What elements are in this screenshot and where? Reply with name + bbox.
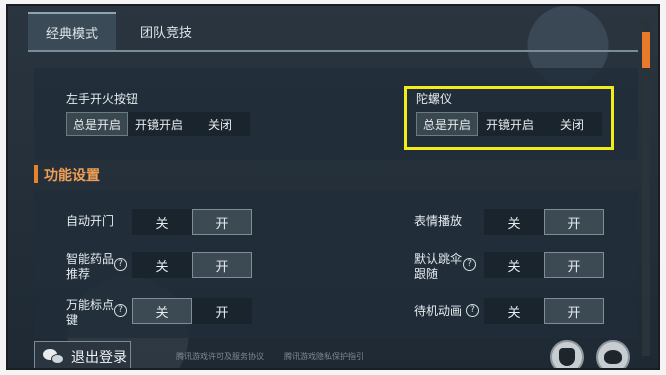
mode-tabs: 经典模式 团队竞技 xyxy=(28,12,216,50)
tab-team[interactable]: 团队竞技 xyxy=(116,12,216,50)
auto-door-toggle: 关 开 xyxy=(132,209,252,235)
gyroscope-highlight-box xyxy=(404,86,614,150)
marker-off[interactable]: 关 xyxy=(132,298,192,324)
scrollbar-thumb[interactable] xyxy=(642,32,650,68)
marker-on[interactable]: 开 xyxy=(192,298,252,324)
tab-classic[interactable]: 经典模式 xyxy=(28,12,116,50)
help-icon[interactable]: ? xyxy=(463,258,476,271)
fire-button-option-scope[interactable]: 开镜开启 xyxy=(128,112,190,136)
scrollbar-track[interactable] xyxy=(642,18,650,356)
section-title: 功能设置 xyxy=(44,168,100,184)
privacy-guide-link[interactable]: 腾讯游戏隐私保护指引 xyxy=(284,351,364,362)
auto-door-label: 自动开门 xyxy=(66,214,115,228)
parachute-off[interactable]: 关 xyxy=(484,252,544,278)
fire-button-option-off[interactable]: 关闭 xyxy=(190,112,250,136)
settings-screen: 经典模式 团队竞技 左手开火按钮 总是开启 开镜开启 关闭 陀螺仪 总是开启 开… xyxy=(6,4,660,370)
marker-toggle: 关 开 xyxy=(132,298,252,324)
parachute-on[interactable]: 开 xyxy=(544,252,604,278)
wechat-icon xyxy=(43,348,65,366)
logout-label: 退出登录 xyxy=(71,350,127,366)
emote-on[interactable]: 开 xyxy=(544,209,604,235)
smart-med-toggle: 关 开 xyxy=(132,252,252,278)
parachute-toggle: 关 开 xyxy=(484,252,604,278)
emote-label: 表情播放 xyxy=(414,214,463,228)
section-accent-bar xyxy=(34,165,38,183)
idle-anim-off[interactable]: 关 xyxy=(484,298,544,324)
headset-icon[interactable] xyxy=(596,340,630,368)
help-icon[interactable]: ? xyxy=(466,304,479,317)
fire-button-label: 左手开火按钮 xyxy=(66,92,139,106)
marker-label-line2: 键 xyxy=(66,313,79,327)
parachute-label-line1: 默认跳伞 xyxy=(414,252,463,266)
shield-icon[interactable] xyxy=(550,340,584,368)
smart-med-label-line1: 智能药品 xyxy=(66,252,115,266)
emote-toggle: 关 开 xyxy=(484,209,604,235)
idle-anim-on[interactable]: 开 xyxy=(544,298,604,324)
license-agreement-link[interactable]: 腾讯游戏许可及服务协议 xyxy=(176,351,264,362)
parachute-label-line2: 跟随 xyxy=(414,267,439,281)
auto-door-off[interactable]: 关 xyxy=(132,209,192,235)
idle-anim-toggle: 关 开 xyxy=(484,298,604,324)
emote-off[interactable]: 关 xyxy=(484,209,544,235)
smart-med-off[interactable]: 关 xyxy=(132,252,192,278)
fire-button-segmented: 总是开启 开镜开启 关闭 xyxy=(66,112,250,136)
help-icon[interactable]: ? xyxy=(114,258,127,271)
tab-divider xyxy=(28,50,638,52)
auto-door-on[interactable]: 开 xyxy=(192,209,252,235)
fire-button-option-always[interactable]: 总是开启 xyxy=(66,112,128,136)
marker-label-line1: 万能标点 xyxy=(66,298,115,312)
idle-anim-label: 待机动画 xyxy=(414,304,463,318)
help-icon[interactable]: ? xyxy=(114,304,127,317)
smart-med-label-line2: 推荐 xyxy=(66,267,91,281)
logout-button[interactable]: 退出登录 xyxy=(34,341,131,368)
smart-med-on[interactable]: 开 xyxy=(192,252,252,278)
